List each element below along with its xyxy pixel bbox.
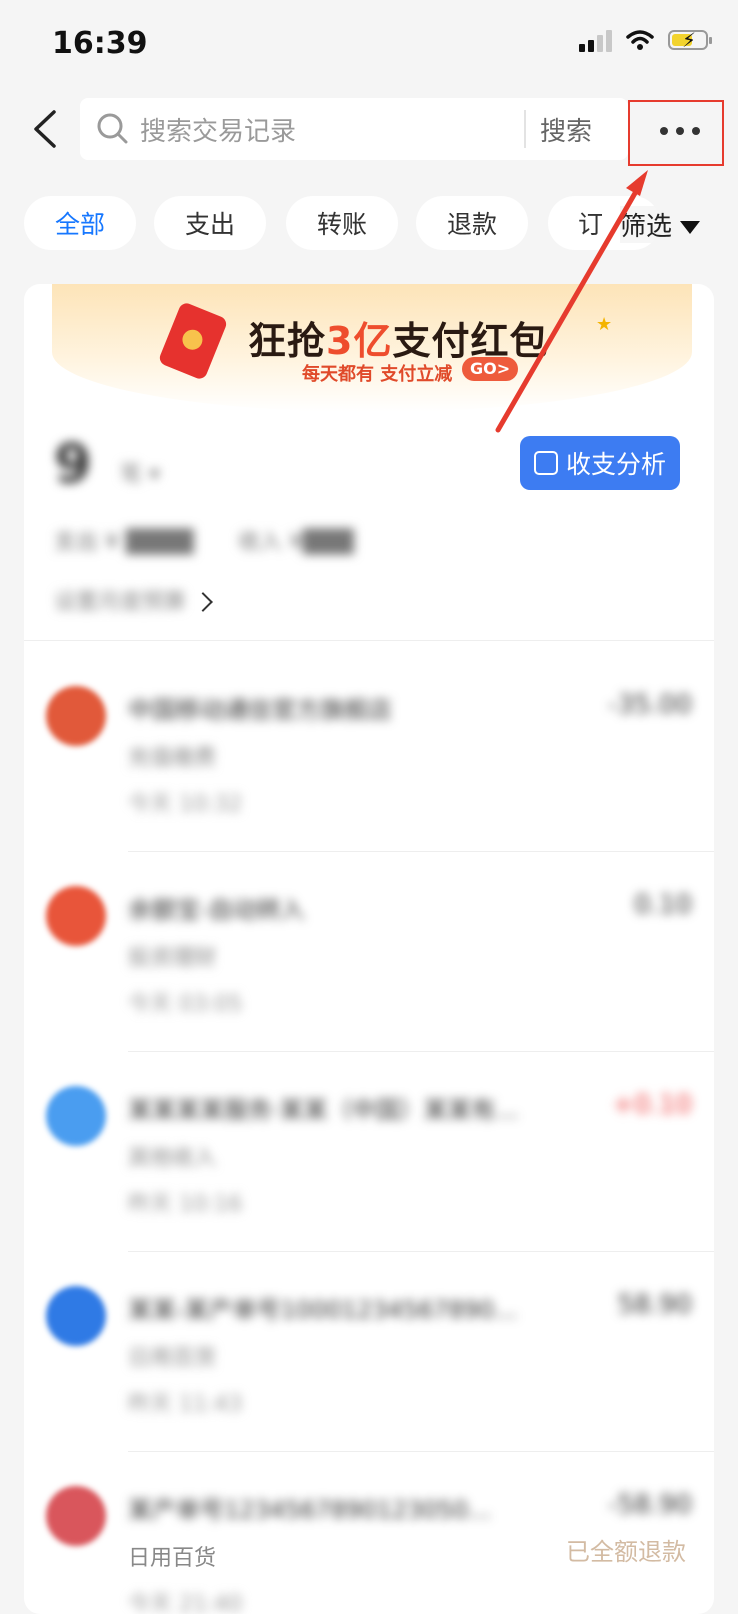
- cellular-signal-icon: [579, 28, 612, 52]
- transaction-amount: 58.90: [617, 1290, 692, 1320]
- red-envelope-icon: [157, 301, 229, 381]
- budget-label: 设置月度预算: [54, 590, 187, 615]
- transaction-amount: +0.10: [612, 1090, 692, 1120]
- row-divider: [128, 1451, 714, 1452]
- row-divider: [128, 851, 714, 852]
- transaction-amount: -35.00: [608, 690, 692, 720]
- chart-icon: [533, 451, 558, 475]
- analysis-label: 收支分析: [565, 450, 666, 479]
- transaction-row[interactable]: 余额宝-自动转入 0.10 投资理财今天 03:05: [24, 856, 714, 1052]
- merchant-icon: [46, 886, 106, 946]
- status-icons: ⚡: [579, 28, 712, 52]
- transaction-name: 余额宝-自动转入: [128, 896, 305, 924]
- search-divider: [524, 110, 526, 148]
- header: 搜索交易记录 搜索: [0, 96, 738, 166]
- transaction-name: 某产单号1234567890123050...: [128, 1496, 492, 1524]
- income-expense-analysis-button[interactable]: 收支分析: [520, 436, 680, 490]
- transaction-time: 今天 21:40: [128, 1592, 243, 1614]
- transaction-category: 其他收入: [128, 1146, 217, 1171]
- banner-go-button[interactable]: GO>: [462, 357, 519, 381]
- transaction-row[interactable]: 中国移动通信官方旗舰店 -35.00 充值缴费今天 10:32: [24, 656, 714, 852]
- transaction-category: 日用百货: [128, 1546, 217, 1571]
- chevron-right-icon: [193, 592, 213, 612]
- row-divider: [128, 1051, 714, 1052]
- filter-label: 筛选: [620, 212, 673, 242]
- transaction-amount: -58.90: [608, 1490, 692, 1520]
- transaction-amount: 0.10: [634, 890, 692, 920]
- chip-all[interactable]: 全部: [24, 196, 136, 250]
- search-button[interactable]: 搜索: [540, 111, 592, 148]
- transaction-time: 今天 03:05: [128, 992, 243, 1017]
- status-bar: 16:39 ⚡: [0, 0, 738, 90]
- chip-transfer[interactable]: 转账: [286, 196, 398, 250]
- status-time: 16:39: [52, 26, 148, 61]
- transaction-name: 某某某某服务·某某（中国）某某有...: [128, 1096, 519, 1124]
- merchant-icon: [46, 1286, 106, 1346]
- search-input[interactable]: 搜索交易记录 搜索: [80, 98, 628, 160]
- transaction-time: 昨天 10:16: [128, 1192, 243, 1217]
- transaction-row[interactable]: 某某某某服务·某某（中国）某某有... +0.10 其他收入昨天 10:16: [24, 1056, 714, 1252]
- merchant-icon: [46, 686, 106, 746]
- budget-link[interactable]: 设置月度预算: [54, 584, 213, 616]
- transaction-category: 充值缴费: [128, 746, 217, 771]
- divider: [24, 640, 714, 641]
- merchant-icon: [46, 1086, 106, 1146]
- caret-down-icon: [680, 221, 701, 234]
- row-divider: [128, 1251, 714, 1252]
- transaction-category: 投资理财: [128, 946, 217, 971]
- summary-income: 收入 ¥███: [238, 530, 354, 555]
- promo-banner[interactable]: 狂抢3亿支付红包 每天都有 支付立减 GO> ★: [52, 284, 692, 412]
- transaction-row[interactable]: 某某-某产单号10001234567890... 58.90 日用百货昨天 11:4…: [24, 1256, 714, 1452]
- merchant-icon: [46, 1486, 106, 1546]
- filter-chips: 全部 支出 转账 退款 订 筛选: [0, 196, 738, 250]
- sparkle-icon: ★: [596, 314, 613, 335]
- chip-expense[interactable]: 支出: [154, 196, 266, 250]
- wifi-icon: [626, 30, 654, 50]
- chip-refund[interactable]: 退款: [416, 196, 528, 250]
- watermark: 已全额退款: [566, 1538, 686, 1566]
- more-dots-icon: [660, 127, 700, 135]
- transaction-time: 昨天 11:43: [128, 1392, 243, 1417]
- transaction-category: 日用百货: [128, 1346, 217, 1371]
- summary-unit: 笔 ▾: [120, 462, 161, 487]
- search-icon: [97, 113, 128, 144]
- battery-icon: ⚡: [668, 28, 712, 52]
- transaction-name: 某某-某产单号10001234567890...: [128, 1296, 518, 1324]
- bill-card: 狂抢3亿支付红包 每天都有 支付立减 GO> ★ 9 笔 ▾ 收支分析 支出 ¥…: [24, 284, 714, 1614]
- back-button[interactable]: [26, 106, 66, 152]
- transaction-name: 中国移动通信官方旗舰店: [128, 696, 392, 724]
- filter-button[interactable]: 筛选: [620, 206, 701, 243]
- search-placeholder: 搜索交易记录: [140, 117, 297, 147]
- transaction-time: 今天 10:32: [128, 792, 243, 817]
- banner-subtitle: 每天都有 支付立减: [302, 364, 453, 385]
- summary-count: 9: [54, 432, 92, 495]
- summary-expense: 支出 ¥ ████: [54, 530, 194, 555]
- more-options-button[interactable]: [628, 100, 724, 166]
